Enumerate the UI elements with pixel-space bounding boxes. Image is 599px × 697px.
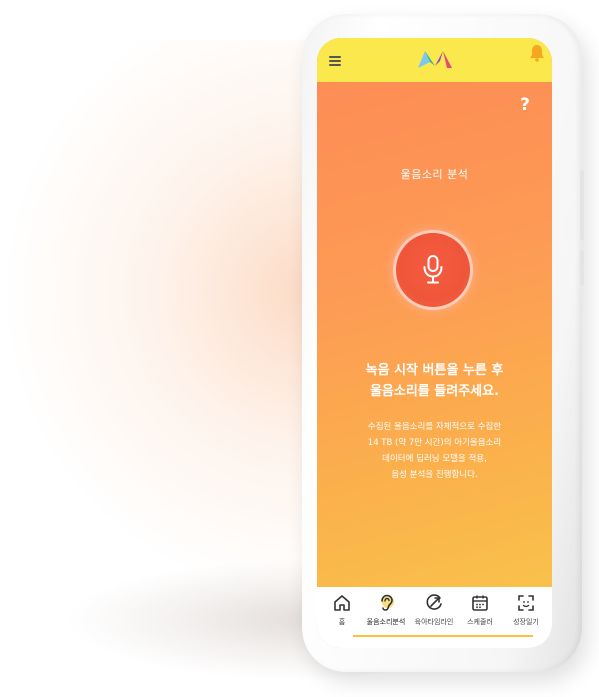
page-title: 울음소리 분석 (400, 168, 469, 181)
record-button[interactable] (396, 233, 470, 307)
description-line: 데이터에 딥러닝 모델을 적용, (382, 454, 487, 464)
nav-label: 육아타임라인 (414, 618, 454, 626)
instruction-headline: 녹음 시작 버튼을 누른 후 울음소리를 들려주세요. (317, 360, 552, 402)
home-icon (334, 595, 350, 611)
nav-label: 스케줄러 (467, 618, 493, 626)
timeline-icon (426, 594, 442, 610)
nav-item-scheduler[interactable]: 스케줄러 (457, 593, 503, 633)
description-line: 음성 분석을 진행합니다. (391, 470, 478, 480)
nav-item-home[interactable]: 홈 (319, 593, 365, 633)
description-line: 수집된 울음소리를 자체적으로 수집한 (367, 422, 502, 432)
nav-item-cry-analysis[interactable]: 울음소리분석 (363, 593, 409, 633)
ear-icon (381, 594, 394, 611)
description: 수집된 울음소리를 자체적으로 수집한 14 TB (약 7만 시간)의 아기울… (317, 419, 552, 483)
nav-label: 성장일기 (513, 618, 539, 626)
microphone-icon (423, 255, 443, 284)
nav-item-growth-diary[interactable]: 성장일기 (503, 593, 549, 633)
calendar-icon (472, 595, 488, 611)
headline-line: 울음소리를 들려주세요. (369, 384, 500, 399)
face-scan-icon (518, 595, 534, 611)
headline-line: 녹음 시작 버튼을 누른 후 (365, 363, 504, 378)
top-bar (317, 38, 552, 82)
volume-button (580, 170, 584, 240)
app-logo (418, 51, 452, 68)
bell-icon[interactable] (529, 44, 545, 62)
description-line: 14 TB (약 7만 시간)의 아기울음소리 (367, 438, 502, 448)
power-button (580, 250, 584, 286)
nav-item-timeline[interactable]: 육아타임라인 (411, 593, 457, 633)
bottom-nav: 홈 울음소리분석 육아타임라인 스케줄러 성장일기 (317, 587, 552, 648)
nav-label: 울음소리분석 (366, 618, 406, 626)
stage: ? 울음소리 분석 녹음 시작 버튼을 누른 후 울음소리를 들려주세요. 수집… (0, 0, 599, 697)
help-icon[interactable]: ? (517, 95, 533, 115)
active-indicator (353, 635, 533, 637)
phone-screen: ? 울음소리 분석 녹음 시작 버튼을 누른 후 울음소리를 들려주세요. 수집… (317, 38, 552, 648)
menu-icon[interactable] (329, 56, 341, 66)
nav-label: 홈 (338, 618, 346, 626)
